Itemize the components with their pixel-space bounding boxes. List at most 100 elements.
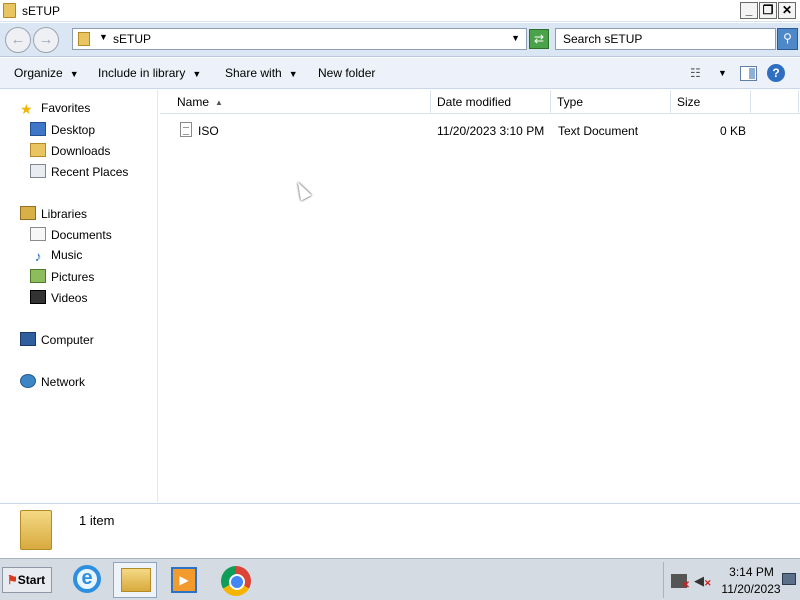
taskbar: ⚑Start e ▶ ◀ ✕ 3:14 PM 11/20/2023 [0, 558, 800, 600]
recent-places-icon [30, 164, 46, 178]
nav-recent-label: Recent Places [51, 165, 129, 179]
column-type[interactable]: Type [551, 90, 671, 114]
sort-ascending-icon: ▲ [215, 98, 223, 107]
nav-favorites[interactable]: ★ Favorites [20, 101, 91, 117]
muted-icon: ✕ [704, 578, 712, 588]
organize-menu[interactable]: Organize ▼ [14, 66, 79, 80]
column-name[interactable]: Name ▲ [171, 90, 431, 114]
views-dropdown[interactable]: ▼ [718, 68, 727, 78]
nav-pictures[interactable]: Pictures [30, 269, 94, 284]
nav-libraries-label: Libraries [41, 207, 88, 221]
search-icon: ⚲ [783, 31, 792, 45]
folder-icon [3, 3, 16, 18]
clock-time[interactable]: 3:14 PM [724, 565, 779, 579]
pictures-icon [30, 269, 46, 283]
refresh-button[interactable]: ⇄ [529, 29, 549, 49]
back-icon: ← [10, 31, 26, 48]
address-history-dropdown[interactable]: ▼ [511, 33, 520, 43]
item-count: 1 item [79, 513, 115, 528]
maximize-button[interactable]: ❐ [759, 2, 777, 19]
nav-downloads-label: Downloads [51, 144, 111, 158]
file-name: ISO [198, 124, 219, 138]
new-folder-button[interactable]: New folder [318, 66, 375, 80]
show-desktop-button[interactable] [782, 573, 796, 585]
nav-computer-label: Computer [41, 333, 94, 347]
folder-icon [78, 32, 90, 46]
music-icon: ♪ [34, 248, 42, 264]
volume-icon[interactable]: ◀ [694, 573, 704, 589]
include-in-library-menu[interactable]: Include in library ▼ [98, 66, 201, 80]
nav-desktop[interactable]: Desktop [30, 122, 95, 137]
share-with-menu[interactable]: Share with ▼ [225, 66, 298, 80]
nav-downloads[interactable]: Downloads [30, 143, 110, 158]
nav-recent-places[interactable]: Recent Places [30, 164, 128, 179]
nav-favorites-label: Favorites [41, 101, 91, 115]
nav-music[interactable]: ♪ Music [30, 248, 83, 264]
nav-videos-label: Videos [51, 291, 88, 305]
column-date-modified[interactable]: Date modified [431, 90, 551, 114]
title-bar: sETUP _ ❐ ✕ [0, 0, 800, 22]
nav-music-label: Music [51, 248, 83, 262]
file-list: Name ▲ Date modified Type Size ISO 11/20/… [160, 90, 800, 502]
start-label: Start [17, 573, 46, 587]
network-status-icon[interactable] [671, 574, 690, 591]
minimize-button[interactable]: _ [740, 2, 758, 19]
breadcrumb-arrow-icon[interactable]: ▼ [99, 32, 108, 42]
file-date-modified: 11/20/2023 3:10 PM [437, 124, 545, 138]
folder-icon [20, 510, 52, 550]
documents-icon [30, 227, 46, 241]
column-name-label: Name [177, 95, 210, 109]
details-pane: 1 item [0, 503, 800, 557]
star-icon: ★ [20, 101, 33, 117]
file-row[interactable]: ISO 11/20/2023 3:10 PM Text Document 0 K… [160, 118, 800, 142]
taskbar-windows-explorer[interactable] [113, 562, 157, 598]
clock-date[interactable]: 11/20/2023 [718, 582, 784, 596]
refresh-icon: ⇄ [533, 32, 545, 46]
downloads-icon [30, 143, 46, 157]
libraries-icon [20, 206, 36, 220]
start-button[interactable]: ⚑Start [2, 567, 52, 593]
preview-pane-icon[interactable] [740, 66, 757, 81]
windows-explorer-icon [121, 568, 151, 592]
help-icon[interactable]: ? [767, 64, 785, 82]
views-icon[interactable]: ☷ [690, 66, 701, 80]
forward-icon: → [38, 31, 54, 48]
windows-logo-icon: ⚑ [7, 573, 18, 587]
window-title: sETUP [22, 4, 61, 18]
file-size: 0 KB [720, 124, 747, 138]
column-header-row: Name ▲ Date modified Type Size [160, 90, 800, 114]
nav-computer[interactable]: Computer [20, 332, 94, 347]
nav-videos[interactable]: Videos [30, 290, 87, 305]
chevron-down-icon: ▼ [69, 69, 79, 79]
nav-network[interactable]: Network [20, 374, 85, 389]
chevron-down-icon: ▼ [288, 69, 298, 79]
videos-icon [30, 290, 46, 304]
forward-button[interactable]: → [33, 27, 59, 53]
organize-label: Organize [14, 66, 63, 80]
taskbar-internet-explorer[interactable]: e [66, 562, 110, 598]
search-button[interactable]: ⚲ [777, 28, 798, 50]
nav-documents-label: Documents [51, 228, 112, 242]
network-icon [20, 374, 36, 388]
desktop-icon [30, 122, 46, 136]
chrome-icon [221, 566, 251, 596]
media-player-icon: ▶ [171, 567, 197, 593]
system-tray: ◀ ✕ 3:14 PM 11/20/2023 [663, 562, 800, 598]
taskbar-media-player[interactable]: ▶ [162, 562, 206, 598]
close-button[interactable]: ✕ [778, 2, 796, 19]
chevron-down-icon: ▼ [192, 69, 202, 79]
include-label: Include in library [98, 66, 186, 80]
back-button[interactable]: ← [5, 27, 31, 53]
breadcrumb[interactable]: sETUP [113, 32, 151, 46]
column-size[interactable]: Size [671, 90, 751, 114]
nav-libraries[interactable]: Libraries [20, 206, 87, 221]
share-label: Share with [225, 66, 282, 80]
address-bar[interactable]: ▼ sETUP ▼ [72, 28, 527, 50]
computer-icon [20, 332, 36, 346]
text-file-icon [180, 122, 192, 137]
taskbar-chrome[interactable] [214, 562, 258, 598]
column-filler [751, 90, 799, 114]
nav-documents[interactable]: Documents [30, 227, 112, 242]
search-input[interactable]: Search sETUP [555, 28, 776, 50]
navigation-pane: ★ Favorites Desktop Downloads Recent Plac… [0, 90, 158, 502]
